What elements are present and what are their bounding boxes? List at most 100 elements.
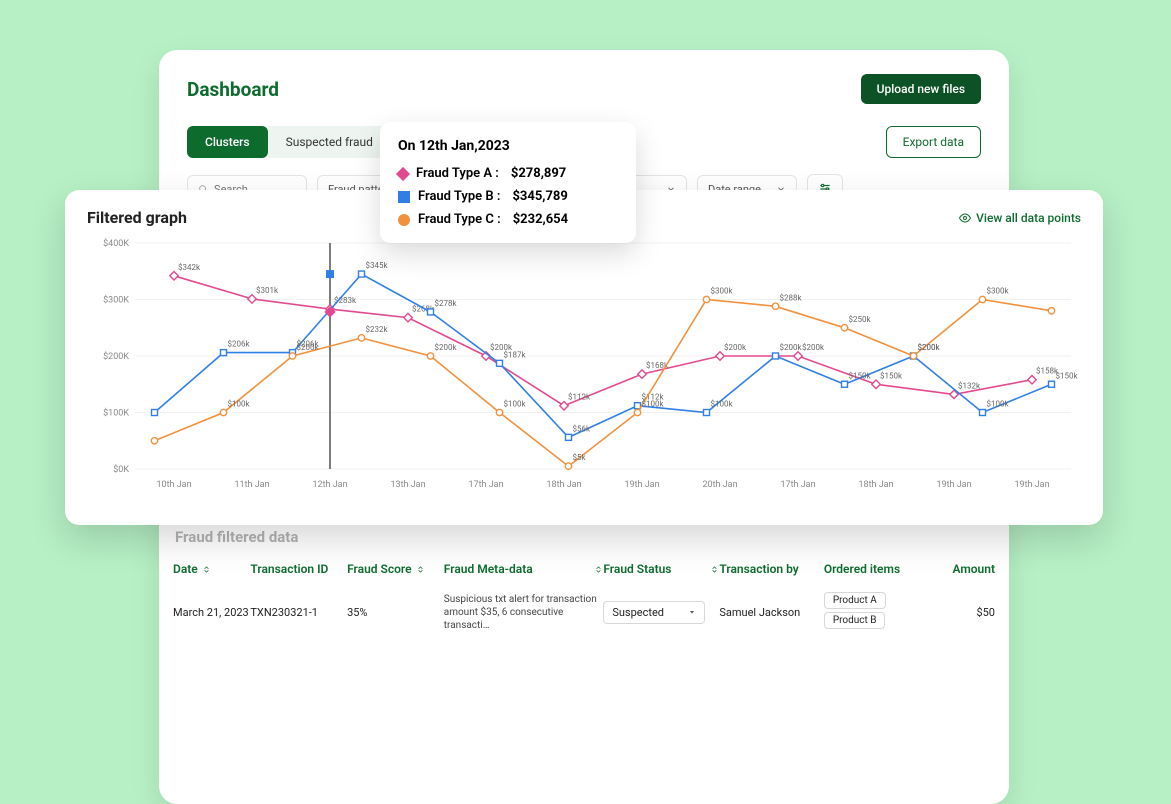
svg-text:$0K: $0K (113, 464, 129, 475)
cell-meta: Suspicious txt alert for transaction amo… (444, 593, 604, 632)
table-row: March 21, 2023 TXN230321-1 35% Suspiciou… (173, 582, 995, 642)
diamond-icon (396, 166, 410, 180)
svg-text:$200K: $200K (103, 351, 129, 362)
cell-txid: TXN230321-1 (250, 606, 347, 619)
col-header-status[interactable]: Fraud Status (603, 562, 719, 576)
svg-text:$342k: $342k (178, 263, 201, 272)
sort-icon (202, 565, 211, 574)
svg-text:17th Jan: 17th Jan (468, 480, 503, 490)
svg-text:$200k: $200k (918, 343, 941, 352)
svg-text:$100k: $100k (228, 400, 251, 409)
cell-date: March 21, 2023 (173, 606, 250, 619)
tooltip-value-b: $345,789 (512, 189, 567, 204)
svg-text:$187k: $187k (504, 350, 527, 359)
sort-icon (416, 565, 425, 574)
sort-icon (710, 565, 719, 574)
item-chip: Product B (824, 612, 886, 629)
svg-text:$301k: $301k (256, 286, 279, 295)
caret-down-icon (688, 608, 696, 616)
svg-text:$100k: $100k (642, 400, 665, 409)
svg-text:11th Jan: 11th Jan (234, 480, 269, 490)
svg-text:$200k: $200k (724, 343, 747, 352)
svg-text:10th Jan: 10th Jan (156, 480, 191, 490)
svg-text:$56k: $56k (573, 424, 591, 433)
svg-text:$150k: $150k (880, 371, 903, 380)
svg-text:$250k: $250k (849, 315, 872, 324)
tooltip-label-c: Fraud Type C : (418, 212, 501, 227)
svg-text:$132k: $132k (958, 381, 981, 390)
svg-text:$100k: $100k (504, 400, 527, 409)
page-title: Dashboard (187, 78, 279, 101)
fraud-table: Date Transaction ID Fraud Score Fraud Me… (159, 548, 1009, 642)
svg-text:$400K: $400K (103, 238, 129, 249)
svg-text:$300k: $300k (987, 287, 1010, 296)
svg-text:12th Jan: 12th Jan (312, 480, 347, 490)
status-select[interactable]: Suspected (603, 601, 705, 624)
col-header-amount[interactable]: Amount (935, 562, 995, 576)
svg-text:$100k: $100k (711, 400, 734, 409)
tab-suspected-fraud[interactable]: Suspected fraud (268, 126, 391, 158)
svg-text:$200k: $200k (802, 343, 825, 352)
chart-area: $0K $100K $200K $300K $400K 10th Jan 11th Jan 1… (87, 235, 1081, 495)
svg-text:$150k: $150k (849, 371, 872, 380)
svg-text:$278k: $278k (435, 299, 458, 308)
section-title: Fraud filtered data (175, 528, 298, 546)
svg-text:18th Jan: 18th Jan (546, 480, 581, 490)
table-header: Date Transaction ID Fraud Score Fraud Me… (173, 556, 995, 582)
svg-text:$200k: $200k (780, 343, 803, 352)
cell-amount: $50 (935, 606, 995, 619)
tooltip-label-b: Fraud Type B : (418, 189, 500, 204)
svg-text:18th Jan: 18th Jan (858, 480, 893, 490)
tooltip-label-a: Fraud Type A : (416, 166, 499, 181)
circle-icon (398, 214, 410, 226)
col-header-by[interactable]: Transaction by (719, 562, 823, 576)
tooltip-title: On 12th Jan,2023 (398, 138, 618, 154)
col-header-score[interactable]: Fraud Score (347, 562, 444, 576)
svg-text:19th Jan: 19th Jan (936, 480, 971, 490)
tab-clusters[interactable]: Clusters (187, 126, 268, 158)
svg-text:$300K: $300K (103, 295, 129, 306)
cell-items: Product A Product B (824, 592, 935, 632)
tooltip-row-c: Fraud Type C : $232,654 (398, 212, 618, 227)
cell-status: Suspected (603, 601, 719, 624)
svg-text:$200k: $200k (297, 343, 320, 352)
svg-text:$206k: $206k (228, 340, 251, 349)
col-header-meta-label: Fraud Meta-data (444, 562, 533, 576)
svg-text:$300k: $300k (711, 287, 734, 296)
col-header-items[interactable]: Ordered items (824, 562, 935, 576)
svg-text:$100k: $100k (987, 400, 1010, 409)
svg-text:$150k: $150k (1056, 371, 1079, 380)
svg-text:$100K: $100K (103, 408, 129, 419)
col-header-date[interactable]: Date (173, 562, 250, 576)
svg-text:13th Jan: 13th Jan (390, 480, 425, 490)
chart-tooltip: On 12th Jan,2023 Fraud Type A : $278,897… (380, 122, 636, 243)
cell-by: Samuel Jackson (719, 606, 823, 619)
svg-text:$345k: $345k (366, 261, 389, 270)
svg-text:19th Jan: 19th Jan (1014, 480, 1049, 490)
svg-text:$288k: $288k (780, 293, 803, 302)
col-header-status-label: Fraud Status (603, 562, 671, 576)
cell-score: 35% (347, 606, 444, 619)
eye-icon (959, 212, 971, 224)
view-all-link[interactable]: View all data points (959, 211, 1081, 225)
col-header-meta[interactable]: Fraud Meta-data (444, 562, 604, 576)
svg-text:$232k: $232k (366, 325, 389, 334)
svg-text:$112k: $112k (568, 393, 591, 402)
line-chart: $0K $100K $200K $300K $400K 10th Jan 11th Jan 1… (87, 235, 1081, 495)
svg-text:$200k: $200k (435, 343, 458, 352)
col-header-score-label: Fraud Score (347, 562, 411, 576)
tooltip-value-a: $278,897 (511, 166, 566, 181)
status-value: Suspected (612, 606, 664, 619)
col-header-txid[interactable]: Transaction ID (250, 562, 347, 576)
col-header-date-label: Date (173, 562, 198, 576)
export-button[interactable]: Export data (886, 126, 981, 158)
item-chip: Product A (824, 592, 886, 609)
tooltip-row-b: Fraud Type B : $345,789 (398, 189, 618, 204)
square-icon (398, 191, 410, 203)
tooltip-row-a: Fraud Type A : $278,897 (398, 166, 618, 181)
upload-button[interactable]: Upload new files (861, 74, 981, 104)
svg-text:17th Jan: 17th Jan (780, 480, 815, 490)
svg-text:19th Jan: 19th Jan (624, 480, 659, 490)
graph-title: Filtered graph (87, 208, 187, 227)
svg-text:$5k: $5k (573, 453, 587, 462)
